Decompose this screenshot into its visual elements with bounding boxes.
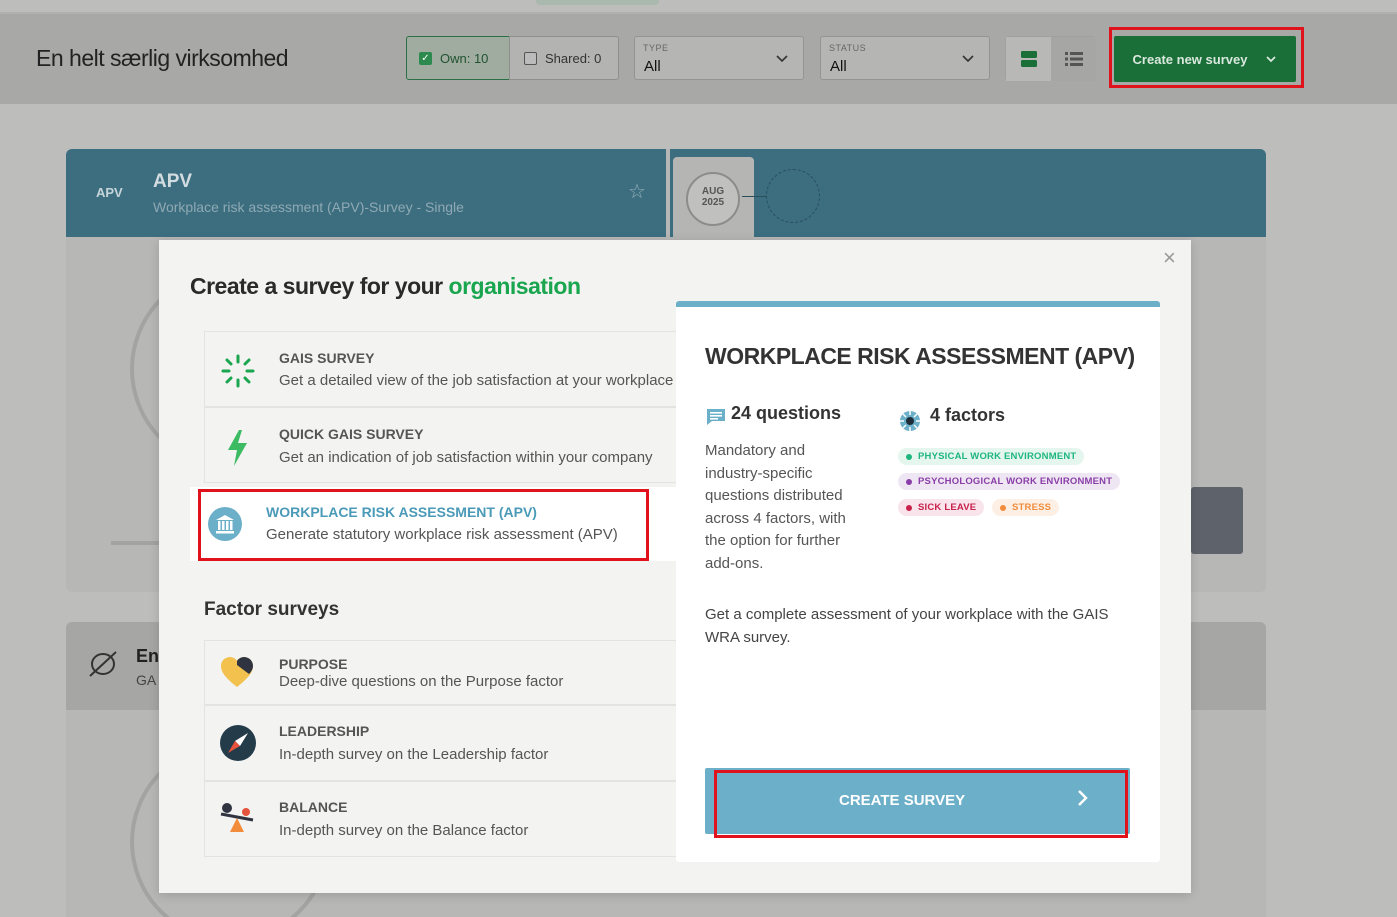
list-view-button[interactable] <box>1051 37 1096 81</box>
detail-title: WORKPLACE RISK ASSESSMENT (APV) <box>705 343 1135 369</box>
heart-icon <box>219 655 255 694</box>
date-month: AUG <box>701 186 725 197</box>
chevron-down-icon <box>775 51 789 68</box>
top-tab-indicator <box>536 0 659 5</box>
questions-description: Mandatory and industry-specific question… <box>705 442 846 572</box>
factor-tag-label: PSYCHOLOGICAL WORK ENVIRONMENT <box>918 476 1113 487</box>
factor-tag: STRESS <box>992 499 1060 516</box>
seesaw-icon <box>219 800 257 843</box>
factor-option-desc: In-depth survey on the Leadership factor <box>279 746 549 763</box>
top-strip <box>0 0 1397 14</box>
view-toggle <box>1005 36 1096 81</box>
factor-option-desc: Deep-dive questions on the Purpose facto… <box>279 673 564 690</box>
own-filter-toggle[interactable]: ✓ Own: 10 <box>406 36 510 80</box>
dot-icon <box>906 478 912 485</box>
factor-tag-label: SICK LEAVE <box>918 502 977 513</box>
highlight-box <box>1109 27 1304 88</box>
survey-card-subtitle: GA <box>136 672 157 688</box>
compass-icon <box>219 724 257 767</box>
survey-option-gais[interactable]: GAIS SURVEY Get a detailed view of the j… <box>204 331 676 407</box>
survey-option-title: GAIS SURVEY <box>279 350 375 366</box>
factor-count: 4 factors <box>930 405 1006 425</box>
modal-title-prefix: Create a survey for your <box>190 273 443 299</box>
status-select-label: STATUS <box>829 43 867 53</box>
modal-title: Create a survey for your organisation <box>190 273 581 300</box>
survey-card-title: En <box>136 646 160 666</box>
factor-option-title: PURPOSE <box>279 656 348 672</box>
survey-card-header: APV APV Workplace risk assessment (APV)-… <box>66 149 666 237</box>
timeline-placeholder <box>766 169 820 223</box>
shared-filter-label: Shared: 0 <box>545 50 602 66</box>
status-select[interactable]: STATUS All <box>820 36 990 80</box>
survey-option-quick-gais[interactable]: QUICK GAIS SURVEY Get an indication of j… <box>204 407 676 483</box>
survey-long-description: Get a complete assessment of your workpl… <box>705 606 1109 646</box>
empty-set-icon <box>86 650 120 685</box>
factors-wheel-icon <box>899 410 921 437</box>
close-icon[interactable]: × <box>1163 245 1176 271</box>
factor-tag: SICK LEAVE <box>898 499 985 516</box>
type-select-label: TYPE <box>643 43 669 53</box>
shared-filter-toggle[interactable]: Shared: 0 <box>509 36 619 80</box>
factor-tag: PSYCHOLOGICAL WORK ENVIRONMENT <box>898 473 1121 490</box>
factor-tag-label: PHYSICAL WORK ENVIRONMENT <box>918 451 1077 462</box>
star-icon[interactable]: ☆ <box>628 179 646 204</box>
factor-option-balance[interactable]: BALANCE In-depth survey on the Balance f… <box>204 781 676 857</box>
date-year: 2025 <box>701 197 725 208</box>
checkbox-icon <box>524 51 537 65</box>
survey-card-title: APV <box>153 171 193 192</box>
chat-bubble-icon <box>706 408 726 431</box>
card-view-button[interactable] <box>1006 37 1051 81</box>
survey-option-desc: Get a detailed view of the job satisfact… <box>279 372 674 389</box>
highlight-box <box>714 770 1128 838</box>
factor-option-desc: In-depth survey on the Balance factor <box>279 822 529 839</box>
survey-option-title: QUICK GAIS SURVEY <box>279 426 424 442</box>
factor-tag-label: STRESS <box>1012 502 1052 513</box>
survey-option-desc: Get an indication of job satisfaction wi… <box>279 449 653 466</box>
dot-icon <box>1000 504 1006 511</box>
type-select[interactable]: TYPE All <box>634 36 804 80</box>
date-badge: AUG 2025 <box>686 172 740 226</box>
question-count: 24 questions <box>731 403 842 423</box>
own-filter-label: Own: 10 <box>440 50 489 66</box>
factor-surveys-heading: Factor surveys <box>204 599 340 620</box>
card-view-icon <box>1020 51 1037 67</box>
timeline-band <box>670 149 1266 237</box>
gais-spinner-icon <box>219 352 257 395</box>
modal-title-accent: organisation <box>448 273 582 299</box>
chevron-down-icon <box>961 51 975 68</box>
dot-icon <box>906 504 912 511</box>
check-icon: ✓ <box>419 51 432 65</box>
org-name: En helt særlig virksomhed <box>36 45 289 71</box>
highlight-box <box>198 489 649 561</box>
survey-type-tag: APV <box>96 185 123 200</box>
status-select-value: All <box>830 58 847 75</box>
factor-option-title: LEADERSHIP <box>279 723 370 739</box>
factor-option-purpose[interactable]: PURPOSE Deep-dive questions on the Purpo… <box>204 640 676 705</box>
create-survey-modal: × Create a survey for your organisation … <box>159 240 1191 893</box>
factor-tag: PHYSICAL WORK ENVIRONMENT <box>898 448 1085 465</box>
list-view-icon <box>1064 52 1083 66</box>
type-select-value: All <box>644 58 661 75</box>
factor-option-leadership[interactable]: LEADERSHIP In-depth survey on the Leader… <box>204 705 676 781</box>
survey-detail-panel: WORKPLACE RISK ASSESSMENT (APV) 24 quest… <box>676 301 1160 862</box>
dot-icon <box>906 453 912 460</box>
card-action-button[interactable] <box>1191 487 1243 554</box>
factor-option-title: BALANCE <box>279 799 348 815</box>
lightning-icon <box>219 428 257 473</box>
timeline-connector <box>742 196 766 197</box>
survey-card-subtitle: Workplace risk assessment (APV)-Survey -… <box>153 199 464 215</box>
